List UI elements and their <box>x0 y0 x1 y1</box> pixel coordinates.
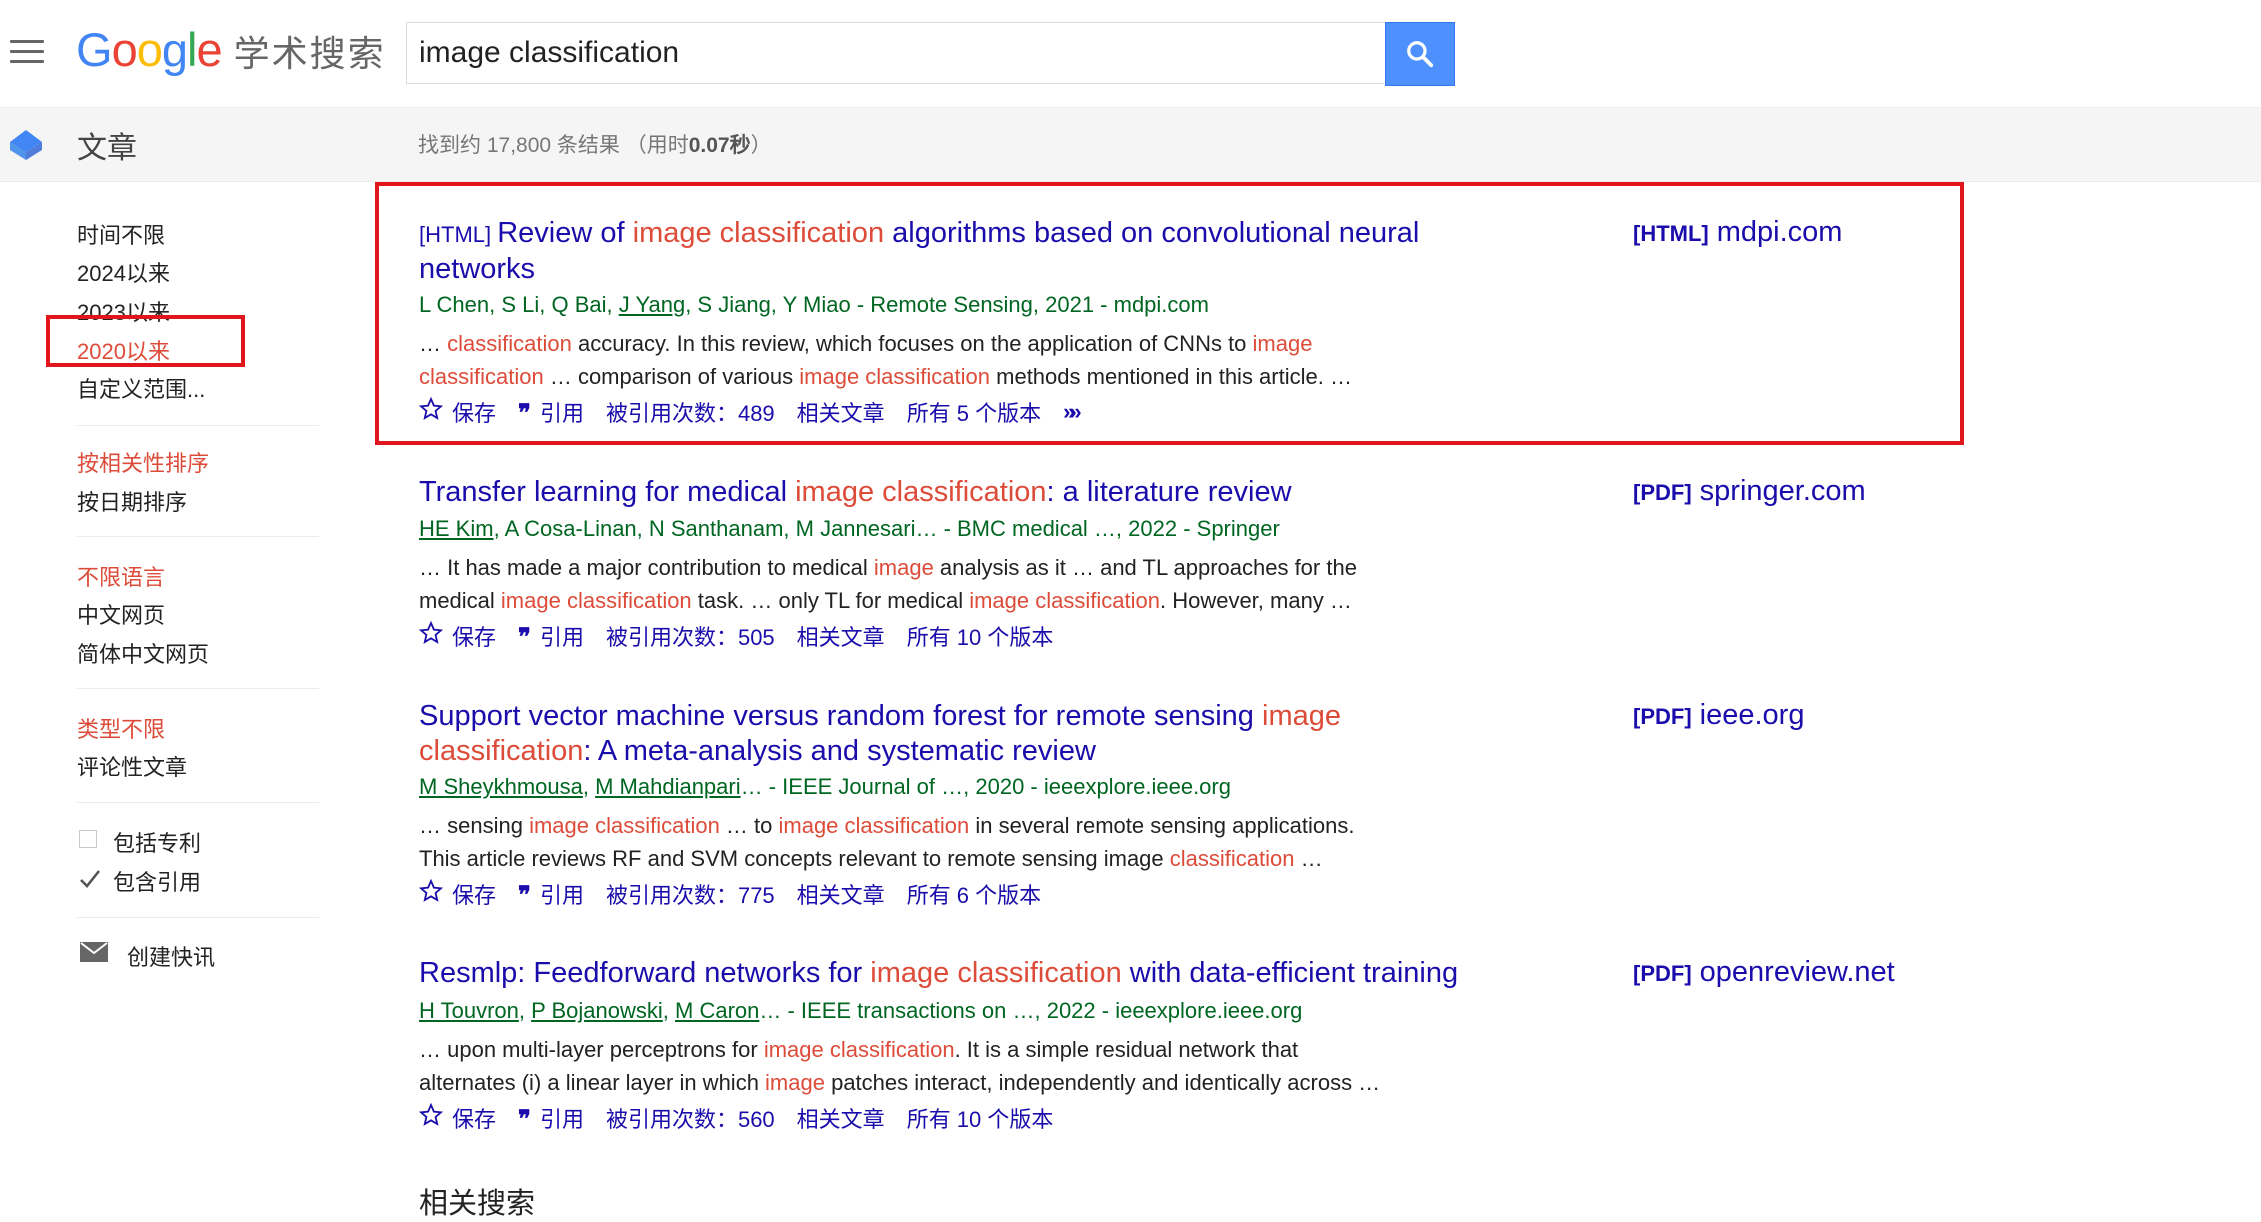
result-snippet: … It has made a major contribution to me… <box>419 555 1357 613</box>
create-alert-link[interactable]: 创建快讯 <box>127 940 215 972</box>
include-citations-label[interactable]: 包含引用 <box>113 865 201 897</box>
author-link[interactable]: H Touvron <box>419 998 519 1023</box>
result-title-link[interactable]: Resmlp: Feedforward networks for image c… <box>419 956 1469 991</box>
time-filter-item[interactable]: 自定义范围... <box>77 372 205 404</box>
top-bar: Google 学术搜索 <box>0 0 2261 107</box>
full-text-domain: springer.com <box>1699 475 1866 507</box>
language-option[interactable]: 不限语言 <box>77 560 165 592</box>
search-icon <box>1407 41 1434 68</box>
result-actions: 保存 ❞ 引用 被引用次数：560 相关文章 所有 10 个版本 <box>418 1102 1054 1134</box>
cite-link[interactable]: 引用 <box>540 620 584 652</box>
section-label-articles[interactable]: 文章 <box>77 123 137 167</box>
annotation-box-2020-filter <box>46 315 245 367</box>
quote-icon[interactable]: ❞ <box>518 880 531 909</box>
cite-link[interactable]: 引用 <box>540 1102 584 1134</box>
save-link[interactable]: 保存 <box>452 1102 496 1134</box>
time-filter-item[interactable]: 2024以来 <box>77 256 170 288</box>
menu-icon[interactable] <box>10 40 44 64</box>
author-link[interactable]: M Sheykhmousa <box>419 774 583 799</box>
sidebar-divider <box>77 688 319 689</box>
result-actions: 保存 ❞ 引用 被引用次数：775 相关文章 所有 6 个版本 <box>418 878 1041 910</box>
include-patents-checkbox[interactable] <box>79 830 97 848</box>
include-citations-checkbox[interactable] <box>79 869 101 888</box>
sidebar-divider <box>77 425 319 426</box>
time-filter-item[interactable]: 时间不限 <box>77 218 165 250</box>
language-option[interactable]: 简体中文网页 <box>77 637 209 669</box>
include-patents-label[interactable]: 包括专利 <box>113 826 201 858</box>
subheader-bar <box>0 107 2261 182</box>
result-snippet: … upon multi-layer perceptrons for image… <box>419 1037 1381 1095</box>
related-articles-link[interactable]: 相关文章 <box>797 1102 885 1134</box>
type-option[interactable]: 评论性文章 <box>77 750 187 782</box>
full-text-domain: openreview.net <box>1699 956 1895 988</box>
result-title-link[interactable]: Support vector machine versus random for… <box>419 699 1469 769</box>
full-text-link[interactable]: [PDF] openreview.net <box>1633 956 1895 989</box>
result-title-link[interactable]: Transfer learning for medical image clas… <box>419 475 1469 510</box>
quote-icon[interactable]: ❞ <box>518 622 531 651</box>
cited-by-link[interactable]: 被引用次数：505 <box>606 620 775 652</box>
search-button[interactable] <box>1385 22 1455 86</box>
sidebar-divider <box>77 802 319 803</box>
annotation-box-first-result <box>375 182 1964 445</box>
sidebar-divider <box>77 917 319 918</box>
articles-icon <box>8 128 44 167</box>
author-link[interactable]: M Caron <box>675 998 759 1023</box>
author-link[interactable]: HE Kim <box>419 516 494 541</box>
google-logo-text: Google <box>76 23 223 76</box>
star-icon[interactable] <box>418 878 444 909</box>
all-versions-link[interactable]: 所有 10 个版本 <box>907 620 1054 652</box>
cited-by-link[interactable]: 被引用次数：775 <box>606 878 775 910</box>
star-icon[interactable] <box>418 1102 444 1133</box>
result-actions: 保存 ❞ 引用 被引用次数：505 相关文章 所有 10 个版本 <box>418 620 1054 652</box>
sort-option[interactable]: 按相关性排序 <box>77 446 209 478</box>
search-input[interactable] <box>407 23 1361 83</box>
cited-by-link[interactable]: 被引用次数：560 <box>606 1102 775 1134</box>
star-icon[interactable] <box>418 620 444 651</box>
quote-icon[interactable]: ❞ <box>518 1104 531 1133</box>
type-option[interactable]: 类型不限 <box>77 712 165 744</box>
full-text-link[interactable]: [PDF] springer.com <box>1633 475 1866 508</box>
full-text-link[interactable]: [PDF] ieee.org <box>1633 699 1804 732</box>
all-versions-link[interactable]: 所有 6 个版本 <box>907 878 1041 910</box>
search-box <box>406 22 1384 84</box>
result-snippet: … sensing image classification … to imag… <box>419 813 1355 871</box>
related-articles-link[interactable]: 相关文章 <box>797 878 885 910</box>
full-text-format-tag: [PDF] <box>1633 480 1692 505</box>
sidebar-divider <box>77 536 319 537</box>
language-option[interactable]: 中文网页 <box>77 598 165 630</box>
save-link[interactable]: 保存 <box>452 620 496 652</box>
related-searches-heading: 相关搜索 <box>419 1188 536 1220</box>
google-scholar-logo[interactable]: Google 学术搜索 <box>76 22 386 82</box>
all-versions-link[interactable]: 所有 10 个版本 <box>907 1102 1054 1134</box>
result-count: 找到约 17,800 条结果 （用时0.07秒） <box>418 134 772 157</box>
result-authors: M Sheykhmousa, M Mahdianpari… - IEEE Jou… <box>419 774 1231 799</box>
author-link[interactable]: M Mahdianpari <box>595 774 741 799</box>
full-text-format-tag: [PDF] <box>1633 961 1692 986</box>
related-articles-link[interactable]: 相关文章 <box>797 620 885 652</box>
scholar-label: 学术搜索 <box>233 33 386 74</box>
envelope-icon <box>80 942 108 967</box>
full-text-format-tag: [PDF] <box>1633 704 1692 729</box>
author-link[interactable]: P Bojanowski <box>531 998 663 1023</box>
result-authors: HE Kim, A Cosa-Linan, N Santhanam, M Jan… <box>419 516 1280 541</box>
save-link[interactable]: 保存 <box>452 878 496 910</box>
result-authors: H Touvron, P Bojanowski, M Caron… - IEEE… <box>419 998 1303 1023</box>
cite-link[interactable]: 引用 <box>540 878 584 910</box>
full-text-domain: ieee.org <box>1699 699 1805 731</box>
sort-option[interactable]: 按日期排序 <box>77 485 187 517</box>
